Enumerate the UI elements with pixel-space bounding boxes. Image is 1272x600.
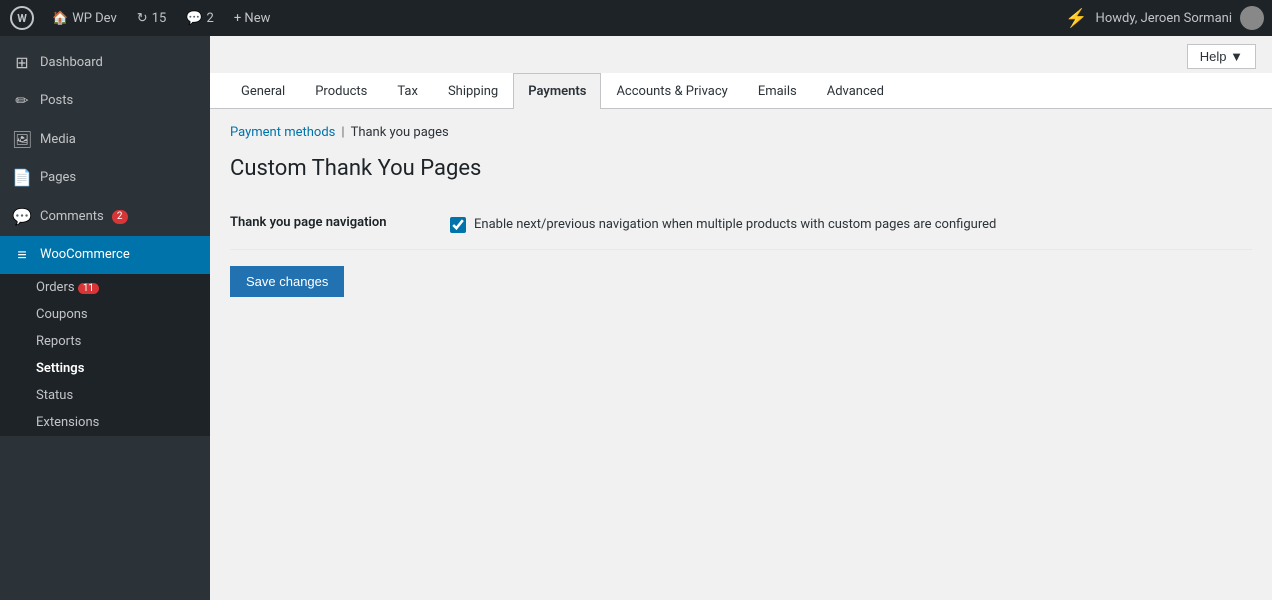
save-button[interactable]: Save changes — [230, 266, 344, 297]
tab-general[interactable]: General — [226, 73, 300, 109]
sidebar-item-pages[interactable]: 📄 Pages — [0, 159, 210, 197]
help-button[interactable]: Help ▼ — [1187, 44, 1256, 69]
tab-tax[interactable]: Tax — [382, 73, 433, 109]
page-content: Payment methods | Thank you pages Custom… — [210, 109, 1272, 313]
sidebar-item-orders[interactable]: Orders 11 — [0, 274, 210, 301]
comments-icon: 💬 — [12, 206, 32, 228]
lightning-icon: ⚡ — [1065, 8, 1087, 29]
home-icon: 🏠 — [52, 11, 68, 26]
new-item[interactable]: + New — [230, 11, 275, 26]
sidebar-item-label: Pages — [40, 169, 76, 187]
comments-badge: 2 — [112, 210, 128, 224]
avatar — [1240, 6, 1264, 30]
content-area: Help ▼ General Products Tax Shipping Pay… — [210, 36, 1272, 600]
sidebar-item-posts[interactable]: ✏ Posts — [0, 82, 210, 120]
tab-payments[interactable]: Payments — [513, 73, 601, 109]
woocommerce-submenu: Orders 11 Coupons Reports Settings Statu… — [0, 274, 210, 436]
page-title: Custom Thank You Pages — [230, 156, 1252, 181]
field-label: Thank you page navigation — [230, 201, 450, 249]
tab-accounts-privacy[interactable]: Accounts & Privacy — [601, 73, 742, 109]
tab-products[interactable]: Products — [300, 73, 382, 109]
settings-tabs: General Products Tax Shipping Payments A… — [210, 73, 1272, 109]
navigation-checkbox[interactable] — [450, 217, 466, 233]
help-bar: Help ▼ — [210, 36, 1272, 73]
sidebar-item-reports[interactable]: Reports — [0, 328, 210, 355]
checkbox-row: Enable next/previous navigation when mul… — [450, 215, 1252, 235]
tab-emails[interactable]: Emails — [743, 73, 812, 109]
top-bar: W 🏠 WP Dev ↻ 15 💬 2 + New ⚡ Howdy, Jeroe… — [0, 0, 1272, 36]
table-row: Thank you page navigation Enable next/pr… — [230, 201, 1252, 249]
tab-shipping[interactable]: Shipping — [433, 73, 513, 109]
comments-item[interactable]: 💬 2 — [182, 11, 218, 26]
breadcrumb: Payment methods | Thank you pages — [230, 125, 1252, 140]
dashboard-icon: ⊞ — [12, 52, 32, 74]
sidebar-item-label: Dashboard — [40, 54, 103, 72]
breadcrumb-current: Thank you pages — [351, 125, 449, 140]
sidebar-item-woocommerce[interactable]: ≡ WooCommerce — [0, 236, 210, 274]
pages-icon: 📄 — [12, 167, 32, 189]
sidebar-item-label: Media — [40, 131, 76, 149]
sidebar-item-label: Comments — [40, 208, 104, 226]
posts-icon: ✏ — [12, 90, 32, 112]
checkbox-label: Enable next/previous navigation when mul… — [474, 215, 996, 235]
sidebar-item-comments[interactable]: 💬 Comments 2 — [0, 198, 210, 236]
site-name[interactable]: 🏠 WP Dev — [48, 11, 121, 26]
updates-item[interactable]: ↻ 15 — [133, 11, 171, 26]
sidebar-item-coupons[interactable]: Coupons — [0, 301, 210, 328]
breadcrumb-payment-methods[interactable]: Payment methods — [230, 125, 335, 140]
settings-form: Thank you page navigation Enable next/pr… — [230, 201, 1252, 250]
sidebar-item-media[interactable]: 🖼 Media — [0, 121, 210, 159]
media-icon: 🖼 — [12, 129, 32, 151]
tab-advanced[interactable]: Advanced — [812, 73, 899, 109]
sidebar-item-dashboard[interactable]: ⊞ Dashboard — [0, 44, 210, 82]
sidebar-item-label: Posts — [40, 92, 73, 110]
woocommerce-icon: ≡ — [12, 244, 32, 266]
sidebar-item-extensions[interactable]: Extensions — [0, 409, 210, 436]
sidebar-item-status[interactable]: Status — [0, 382, 210, 409]
sidebar-item-label: WooCommerce — [40, 246, 130, 264]
breadcrumb-separator: | — [341, 125, 344, 140]
orders-badge: 11 — [78, 283, 99, 294]
sidebar: ⊞ Dashboard ✏ Posts 🖼 Media 📄 Pages 💬 Co… — [0, 36, 210, 600]
wp-logo[interactable]: W — [8, 4, 36, 32]
field-value: Enable next/previous navigation when mul… — [450, 201, 1252, 249]
sidebar-item-settings[interactable]: Settings — [0, 355, 210, 382]
comment-icon: 💬 — [186, 11, 202, 26]
updates-icon: ↻ — [137, 11, 148, 26]
howdy-text: Howdy, Jeroen Sormani — [1096, 11, 1232, 26]
